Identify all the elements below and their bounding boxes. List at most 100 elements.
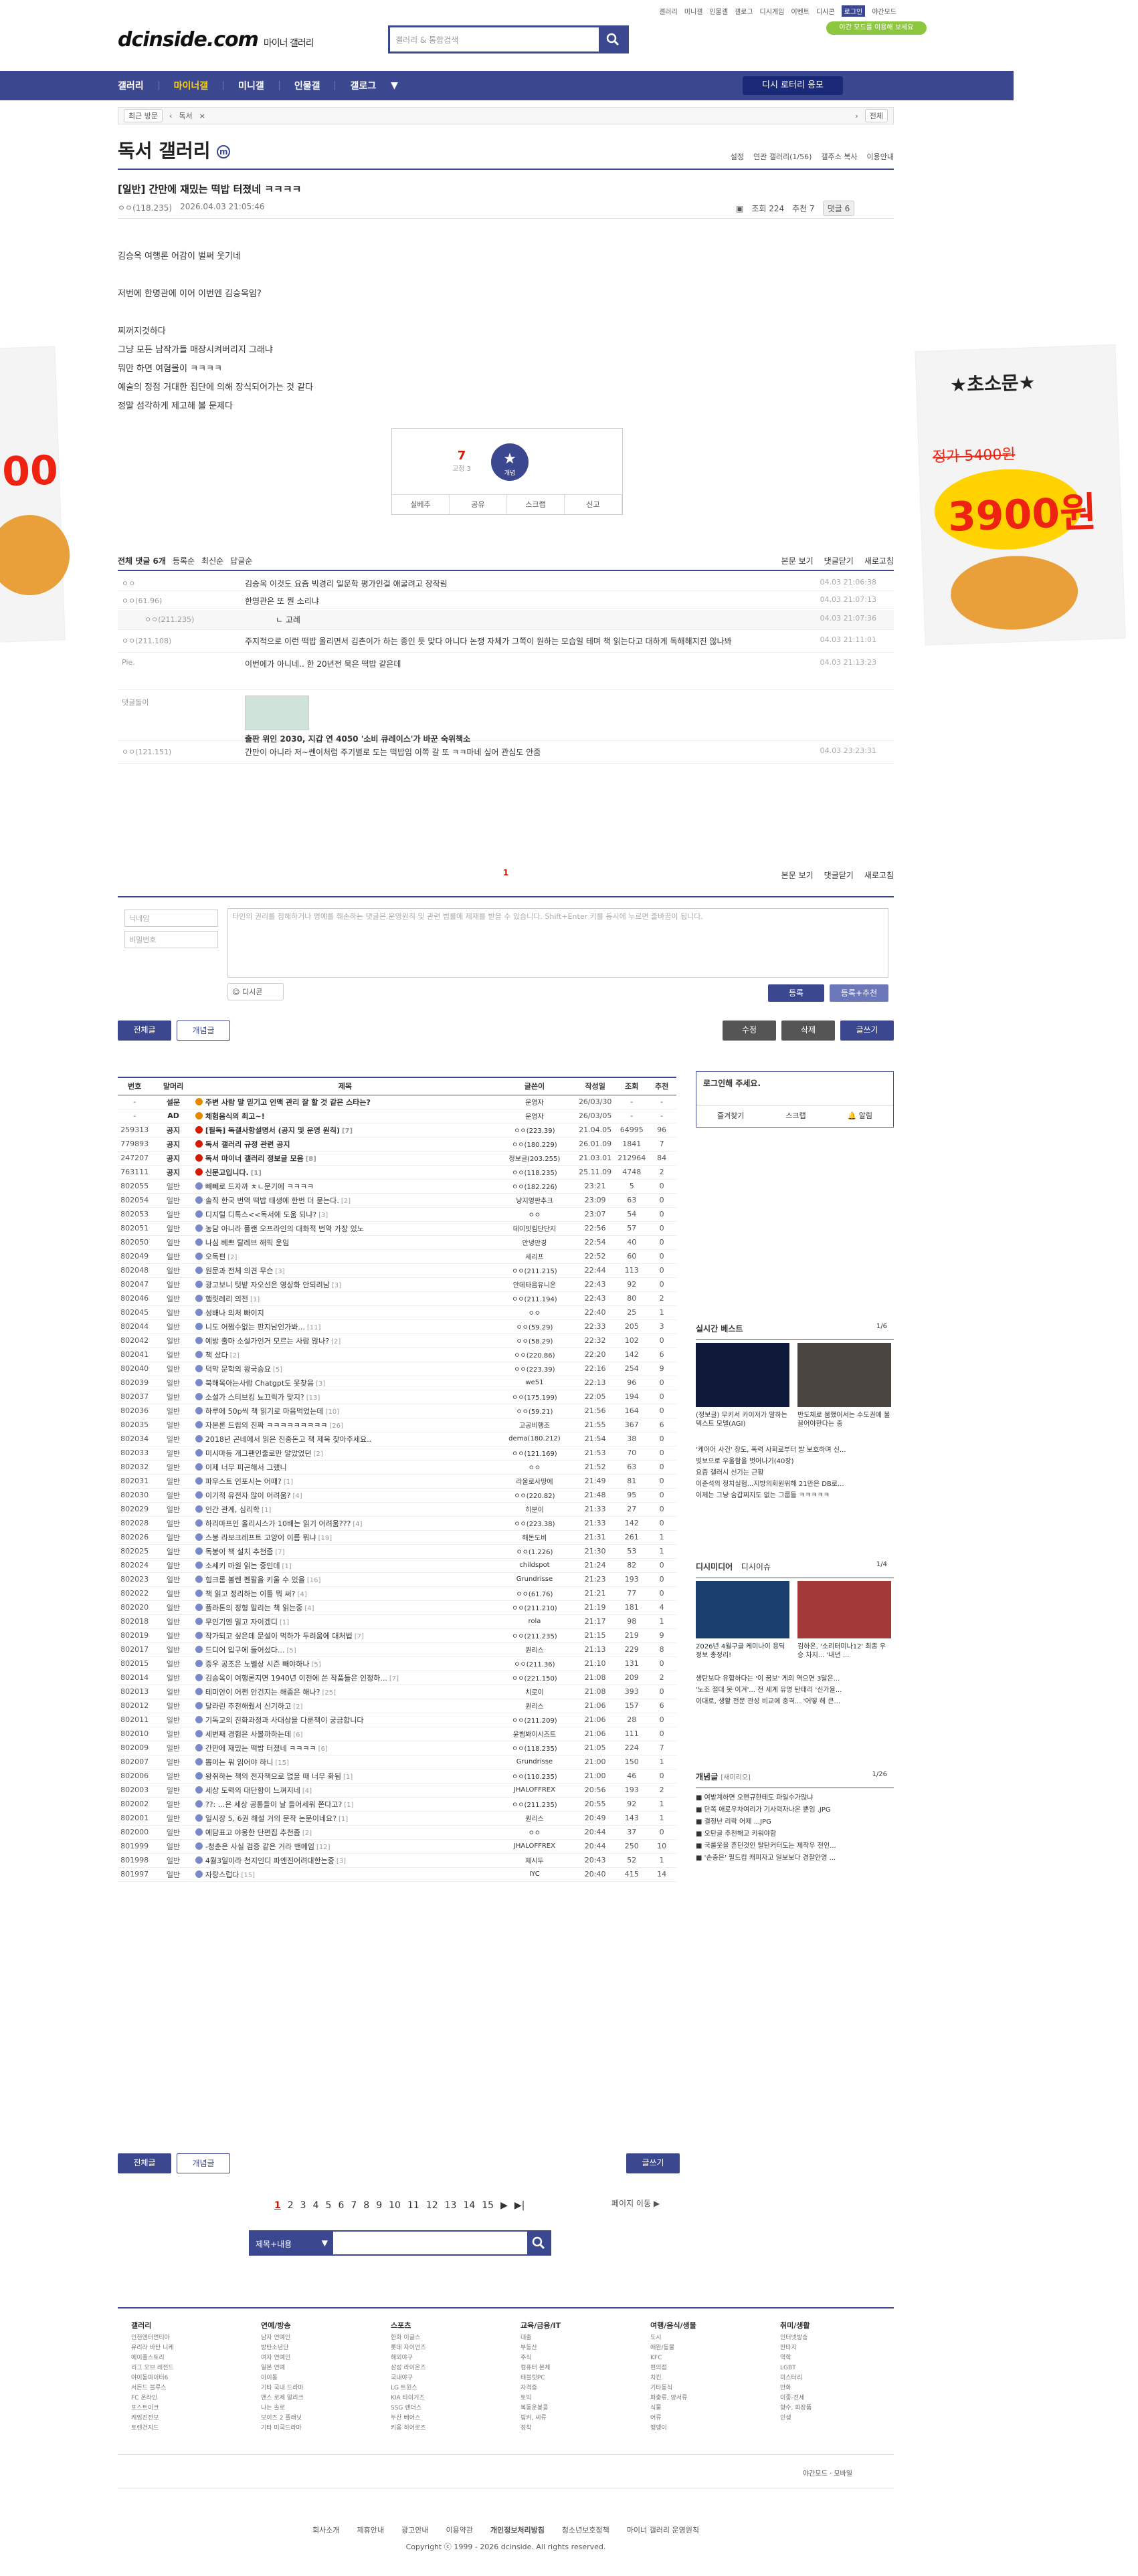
- post-title-link[interactable]: 예방 출마 소설가인거 모르는 사람 많나?: [205, 1337, 329, 1346]
- left-ad-banner[interactable]: 3900원: [0, 346, 72, 644]
- page-link[interactable]: 7: [351, 2200, 357, 2211]
- post-title-cell[interactable]: 주변 사람 말 믿기고 인맥 관리 잘 할 것 같은 스타는?: [195, 1095, 495, 1109]
- post-title-link[interactable]: 작가되고 싶은데 문설이 먹하가 두려움에 대처법: [205, 1632, 353, 1640]
- media-item[interactable]: 이대로, 생활 전문 관성 비교에 충격... '어떻 헤 큰...: [696, 1696, 894, 1707]
- post-title-cell[interactable]: [필독] 독갤사항설명서 (공지 및 운영 원칙) [7]: [195, 1123, 495, 1138]
- recent-item[interactable]: 독서: [179, 110, 192, 121]
- footer-bottom-link[interactable]: 제휴안내: [357, 2525, 384, 2535]
- post-writer[interactable]: ㅇㅇ(211.235): [494, 1628, 574, 1643]
- concept-item[interactable]: ■ 국룰웃을 흔던것인 탈탄커터도는 제작우 전인...: [696, 1840, 894, 1852]
- footer-link[interactable]: SSG 랜더스: [391, 2403, 491, 2413]
- footer-link[interactable]: 주식: [520, 2353, 621, 2363]
- media-caption-1[interactable]: 2026년 4월구글 케미나이 용딕 정보 총정리!: [696, 1642, 789, 1660]
- post-title-cell[interactable]: 작가되고 싶은데 문설이 먹하가 두려움에 대처법 [7]: [195, 1628, 495, 1643]
- post-title-cell[interactable]: 니도 어쩜수없는 판지남인가봐... [11]: [195, 1319, 495, 1334]
- post-writer[interactable]: ㅇㅇ(175.199): [494, 1390, 574, 1404]
- comment-nick[interactable]: Pie.: [122, 658, 135, 667]
- footer-link[interactable]: 토익: [520, 2393, 621, 2403]
- post-title-link[interactable]: 플라톤의 정형 말리는 책 읽는중: [205, 1604, 303, 1612]
- post-title-cell[interactable]: 소설가 스티브킹 뇨끄릭가 맞지? [13]: [195, 1390, 495, 1404]
- comment-count[interactable]: [8]: [306, 1156, 316, 1163]
- comment-count[interactable]: [4]: [302, 1788, 312, 1795]
- post-writer[interactable]: 제시두: [494, 1853, 574, 1868]
- comment-count[interactable]: [1]: [251, 1170, 262, 1177]
- recent-all-button[interactable]: 전체: [864, 109, 888, 122]
- gallery-title[interactable]: 독서 갤러리 m: [118, 136, 231, 163]
- comment-count[interactable]: [6]: [293, 1731, 302, 1739]
- post-writer[interactable]: ㅇㅇ: [494, 1460, 574, 1475]
- post-title-link[interactable]: 무인기엔 밀고 자이겠디: [205, 1618, 278, 1626]
- concept-item[interactable]: ■ 단쪽 애로우차여리가 기사력자나온 뿐임 .JPG: [696, 1804, 894, 1816]
- post-writer[interactable]: 정보글(203.255): [494, 1151, 574, 1166]
- footer-link[interactable]: 향수, 화장품: [780, 2403, 880, 2413]
- top-link[interactable]: 로그인: [841, 5, 866, 17]
- footer-link[interactable]: 해외야구: [391, 2353, 491, 2363]
- search-type-select[interactable]: 제목+내용 ▼: [250, 2232, 333, 2254]
- footer-link[interactable]: 야이동파이터6: [131, 2373, 231, 2383]
- table-row[interactable]: 802041 일반 책 샀다 [2] ㅇㅇ(220.86) 22:20 142 6: [118, 1348, 676, 1362]
- post-title-cell[interactable]: 오독편 [2]: [195, 1249, 495, 1264]
- comment-count[interactable]: [19]: [318, 1535, 333, 1542]
- footer-col-title[interactable]: 취미/생활: [780, 2321, 880, 2331]
- post-title-cell[interactable]: 자랑스럽다 [15]: [195, 1867, 495, 1882]
- post-title-cell[interactable]: 일시장 5, 6권 해설 거의 문작 논문이네요? [1]: [195, 1811, 495, 1826]
- footer-bottom-link[interactable]: 마이너 갤러리 운영원칙: [627, 2525, 699, 2535]
- share-button[interactable]: 공유: [450, 495, 507, 514]
- media-item[interactable]: '노조 절대 못 이겨'... 전 세계 유명 탄태리 '신가율...: [696, 1685, 894, 1696]
- table-row[interactable]: 802010 일반 세번째 경험은 사볼까하는데 [6] 윤뱀봐이시즈트 21:06 111…: [118, 1727, 676, 1741]
- post-writer[interactable]: Grundrisse: [494, 1755, 574, 1769]
- table-row[interactable]: 802018 일반 무인기엔 밀고 자이겠디 [1] rola 21:17 98 1: [118, 1614, 676, 1629]
- post-writer[interactable]: 히분이: [494, 1502, 574, 1517]
- comment-count[interactable]: [4]: [292, 1493, 302, 1500]
- post-title-cell[interactable]: 책 읽고 정리하는 이틀 뭐 써? [4]: [195, 1586, 495, 1601]
- footer-link[interactable]: 파충류, 양서류: [650, 2393, 751, 2403]
- comment-nick[interactable]: 댓글돌이: [122, 697, 149, 708]
- comment-count[interactable]: [11]: [307, 1324, 321, 1331]
- post-writer[interactable]: ㅇㅇ(110.235): [494, 1769, 574, 1784]
- footer-link[interactable]: KFC: [650, 2353, 751, 2363]
- post-writer[interactable]: ㅇㅇ(1.226): [494, 1544, 574, 1559]
- table-row[interactable]: 802006 일반 왕쥐하는 책의 전자책으로 없을 때 너무 화됨 [1] ㅇㅇ(11…: [118, 1769, 676, 1784]
- post-title-cell[interactable]: 이기적 유전자 많이 어려움? [4]: [195, 1488, 495, 1503]
- table-row[interactable]: 802034 일반 2018년 곤네에서 읽은 진중돈고 책 제목 찾아주세요.. d…: [118, 1432, 676, 1446]
- post-writer[interactable]: JHALOFFREX: [494, 1839, 574, 1854]
- post-title-link[interactable]: 세상 도력의 대단함이 느껴지네: [205, 1786, 300, 1795]
- search-input[interactable]: 갤러리 & 통합검색: [390, 27, 599, 51]
- post-title-link[interactable]: 힘크롬 볼렌 펜팔을 키울 수 있을: [205, 1576, 305, 1584]
- table-row[interactable]: 802053 일반 디지털 디톡스<<독서에 도움 되냐? [3] ㅇㅇ 23:07 54 0: [118, 1207, 676, 1222]
- top-link[interactable]: 갤로그: [735, 6, 753, 16]
- post-writer[interactable]: ㅇㅇ(211.36): [494, 1656, 574, 1671]
- realtime-item[interactable]: 빗보으로 우울함을 벗어나기(40장): [696, 1456, 894, 1467]
- post-title-link[interactable]: 드디어 입구에 들어섰다...: [205, 1646, 285, 1654]
- post-title-link[interactable]: 솔직 한국 번역 떡밥 태생에 한번 더 묻는다.: [205, 1196, 339, 1205]
- table-row[interactable]: 779893 공지 독서 갤러리 규정 관련 공지 ㅇㅇ(180.229) 26.01.…: [118, 1137, 676, 1152]
- comment-count[interactable]: [4]: [304, 1605, 314, 1612]
- post-writer[interactable]: 세리프: [494, 1249, 574, 1264]
- comment-count[interactable]: [3]: [316, 1380, 325, 1388]
- post-title-cell[interactable]: 독봉이 책 설치 추천좀 [7]: [195, 1544, 495, 1559]
- table-row[interactable]: 802050 일반 나심 베쁘 탈레브 해픽 운임 안녕안경 22:54 40 0: [118, 1235, 676, 1250]
- post-title-link[interactable]: 농담 아니라 플랜 오프라인의 대화적 번역 가장 있노: [205, 1224, 364, 1233]
- table-row[interactable]: 802024 일반 소세키 마원 읽는 중인데 [1] childspot 21:24 82…: [118, 1558, 676, 1573]
- post-title-link[interactable]: 인간 관계, 심리학: [205, 1505, 260, 1514]
- page-link[interactable]: 14: [463, 2200, 475, 2211]
- post-title-cell[interactable]: 예방 출마 소설가인거 모르는 사람 많나? [2]: [195, 1333, 495, 1348]
- footer-link[interactable]: 일본 연예: [261, 2363, 361, 2373]
- comment-count[interactable]: [4]: [297, 1591, 306, 1598]
- concept-item[interactable]: ■ '손충은' 필드컵 캐피자고 일보보다 경찰안영 ...: [696, 1852, 894, 1864]
- table-row[interactable]: 802033 일반 미시마등 개그팬인줄로만 알았었던 [2] ㅇㅇ(121.169) 2…: [118, 1446, 676, 1461]
- comment-count[interactable]: [1]: [250, 1296, 260, 1303]
- refresh-bottom[interactable]: 새로고침: [864, 869, 894, 881]
- sort-registered[interactable]: 등록순: [173, 555, 195, 566]
- post-title-cell[interactable]: 독서 갤러리 규정 관련 공지: [195, 1137, 495, 1152]
- footer-link[interactable]: 기타 국내 드라마: [261, 2383, 361, 2393]
- post-title-link[interactable]: 성배나 의처 빠이지: [205, 1309, 264, 1317]
- post-writer[interactable]: ㅇㅇ(221.150): [494, 1671, 574, 1685]
- favorites-button[interactable]: 즐겨찾기: [717, 1110, 744, 1121]
- page-link[interactable]: 12: [426, 2200, 438, 2211]
- footer-link[interactable]: 방탄소년단: [261, 2343, 361, 2353]
- post-title-cell[interactable]: 솔직 한국 번역 떡밥 태생에 한번 더 묻는다. [2]: [195, 1193, 495, 1208]
- comment-count[interactable]: [2]: [227, 1254, 237, 1261]
- table-row[interactable]: 802002 일반??: ...은 세상 공통들이 날 들어세워 쫀다고? [1] ㅇ…: [118, 1797, 676, 1812]
- concept-item[interactable]: ■ 결정난 리락 어제 ...JPG: [696, 1816, 894, 1828]
